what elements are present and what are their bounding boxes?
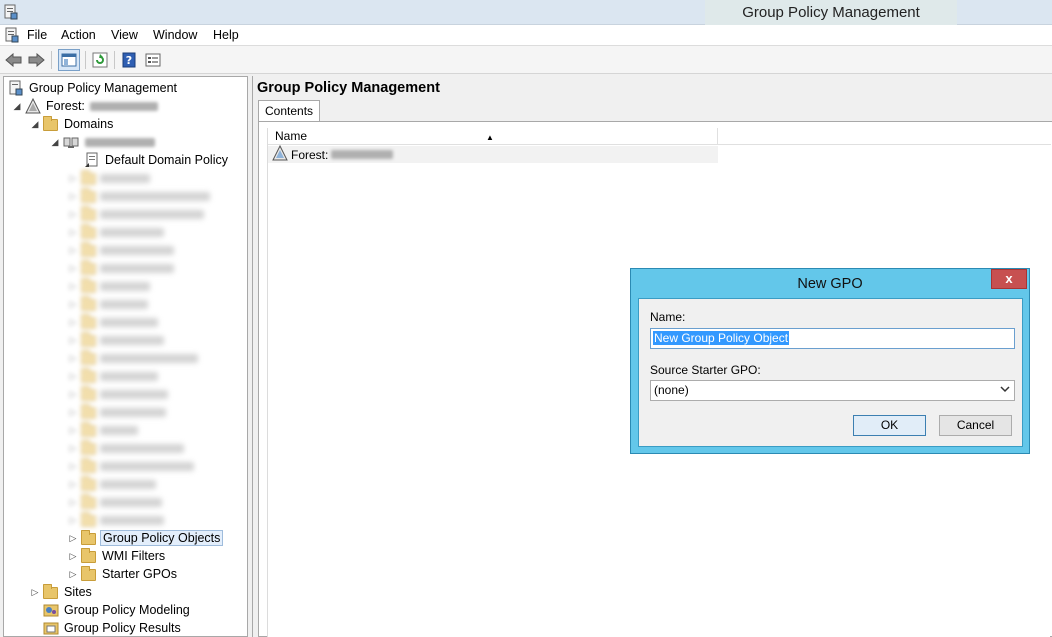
forward-arrow-icon[interactable] <box>26 50 46 70</box>
tree-group-policy-results[interactable]: Group Policy Results <box>43 619 183 636</box>
expand-triangle-icon[interactable]: ▷ <box>68 551 78 562</box>
tree-group-policy-modeling-label: Group Policy Modeling <box>64 603 190 617</box>
menu-view[interactable]: View <box>111 28 138 42</box>
help-icon[interactable]: ? <box>119 50 139 70</box>
tree-sites-label: Sites <box>64 585 92 599</box>
redacted-forest-name <box>89 101 158 111</box>
ok-button[interactable]: OK <box>853 415 926 436</box>
sites-folder-icon <box>43 584 59 600</box>
name-input-value: New Group Policy Object <box>653 331 790 345</box>
tab-contents[interactable]: Contents <box>258 100 321 122</box>
tree-root[interactable]: Group Policy Management <box>8 79 179 97</box>
window-title: Group Policy Management <box>705 0 957 25</box>
collapse-triangle-icon[interactable]: ◢ <box>12 101 22 112</box>
domains-folder-icon <box>43 116 59 132</box>
menu-bar: File Action View Window Help <box>0 25 1052 46</box>
properties-icon[interactable] <box>143 50 163 70</box>
back-arrow-icon[interactable] <box>4 50 24 70</box>
menu-help[interactable]: Help <box>213 28 239 42</box>
tree-starter-gpos[interactable]: ▷ Starter GPOs <box>68 565 179 583</box>
expand-triangle-icon[interactable]: ▷ <box>68 569 78 580</box>
expand-triangle-icon[interactable]: ▷ <box>30 587 40 598</box>
chevron-down-icon <box>1000 383 1010 398</box>
console-tree[interactable]: Group Policy Management ◢ Forest: ◢ Doma… <box>3 76 248 637</box>
tree-domains[interactable]: ◢ Domains <box>30 115 115 133</box>
source-starter-gpo-value: (none) <box>654 383 689 397</box>
domain-icon <box>63 134 79 150</box>
list-item-forest[interactable]: Forest: <box>268 144 718 164</box>
column-header-filler <box>718 128 1051 145</box>
console-icon[interactable] <box>4 27 20 46</box>
menu-file[interactable]: File <box>27 28 47 42</box>
modeling-icon <box>43 602 59 618</box>
tree-group-policy-results-label: Group Policy Results <box>64 621 181 635</box>
tree-group-policy-modeling[interactable]: Group Policy Modeling <box>43 601 192 619</box>
forest-icon <box>25 97 41 114</box>
tree-default-domain-policy[interactable]: Default Domain Policy <box>80 151 230 169</box>
svg-text:?: ? <box>126 54 132 67</box>
tree-starter-gpos-label: Starter GPOs <box>102 567 178 581</box>
cancel-button[interactable]: Cancel <box>939 415 1012 436</box>
gpmc-app-icon[interactable] <box>4 4 18 23</box>
column-header-name-label: Name <box>275 129 308 143</box>
source-starter-gpo-label: Source Starter GPO: <box>650 363 761 377</box>
redacted-forest-name <box>331 150 394 159</box>
collapse-triangle-icon[interactable]: ◢ <box>30 119 40 130</box>
redacted-domain-name <box>85 137 155 147</box>
column-header-name[interactable]: Name ▲ <box>268 128 718 145</box>
menu-window[interactable]: Window <box>153 28 197 42</box>
tree-domain[interactable]: ◢ <box>50 133 155 151</box>
details-title: Group Policy Management <box>257 80 440 96</box>
close-button[interactable]: x <box>991 269 1027 289</box>
tree-forest-label: Forest: <box>46 99 85 113</box>
wmi-filter-folder-icon <box>81 548 97 564</box>
tree-root-label: Group Policy Management <box>29 81 177 95</box>
tree-forest[interactable]: ◢ Forest: <box>12 97 158 115</box>
dialog-body: Name: New Group Policy Object Source Sta… <box>638 298 1023 447</box>
dialog-title: New GPO <box>797 276 863 292</box>
gpo-link-icon <box>84 152 100 168</box>
starter-gpo-folder-icon <box>81 566 97 582</box>
toolbar: ? <box>0 46 1052 74</box>
gpo-folder-icon <box>81 530 97 546</box>
name-input[interactable]: New Group Policy Object <box>650 328 1015 349</box>
close-icon: x <box>1005 271 1013 286</box>
tree-wmi-filters[interactable]: ▷ WMI Filters <box>68 547 167 565</box>
tree-group-policy-objects[interactable]: ▷ Group Policy Objects <box>68 529 224 547</box>
source-starter-gpo-select[interactable]: (none) <box>650 380 1015 401</box>
tree-wmi-filters-label: WMI Filters <box>102 549 166 563</box>
tree-sites[interactable]: ▷ Sites <box>30 583 94 601</box>
sort-ascending-icon: ▲ <box>486 133 494 142</box>
new-gpo-dialog: New GPO x Name: New Group Policy Object … <box>630 268 1030 454</box>
title-bar: Group Policy Management <box>0 0 1052 25</box>
tree-domains-label: Domains <box>64 117 114 131</box>
forest-icon <box>272 144 288 164</box>
tree-default-domain-policy-label: Default Domain Policy <box>105 153 228 167</box>
list-item-forest-label: Forest: <box>291 147 329 162</box>
refresh-icon[interactable] <box>90 50 110 70</box>
collapse-triangle-icon[interactable]: ◢ <box>50 137 60 148</box>
gpm-console-icon <box>8 80 24 96</box>
results-icon <box>43 620 59 636</box>
show-hide-tree-icon[interactable] <box>58 49 80 71</box>
name-label: Name: <box>650 310 686 324</box>
menu-action[interactable]: Action <box>61 28 96 42</box>
expand-triangle-icon[interactable]: ▷ <box>68 533 78 544</box>
tree-group-policy-objects-label: Group Policy Objects <box>100 530 224 546</box>
